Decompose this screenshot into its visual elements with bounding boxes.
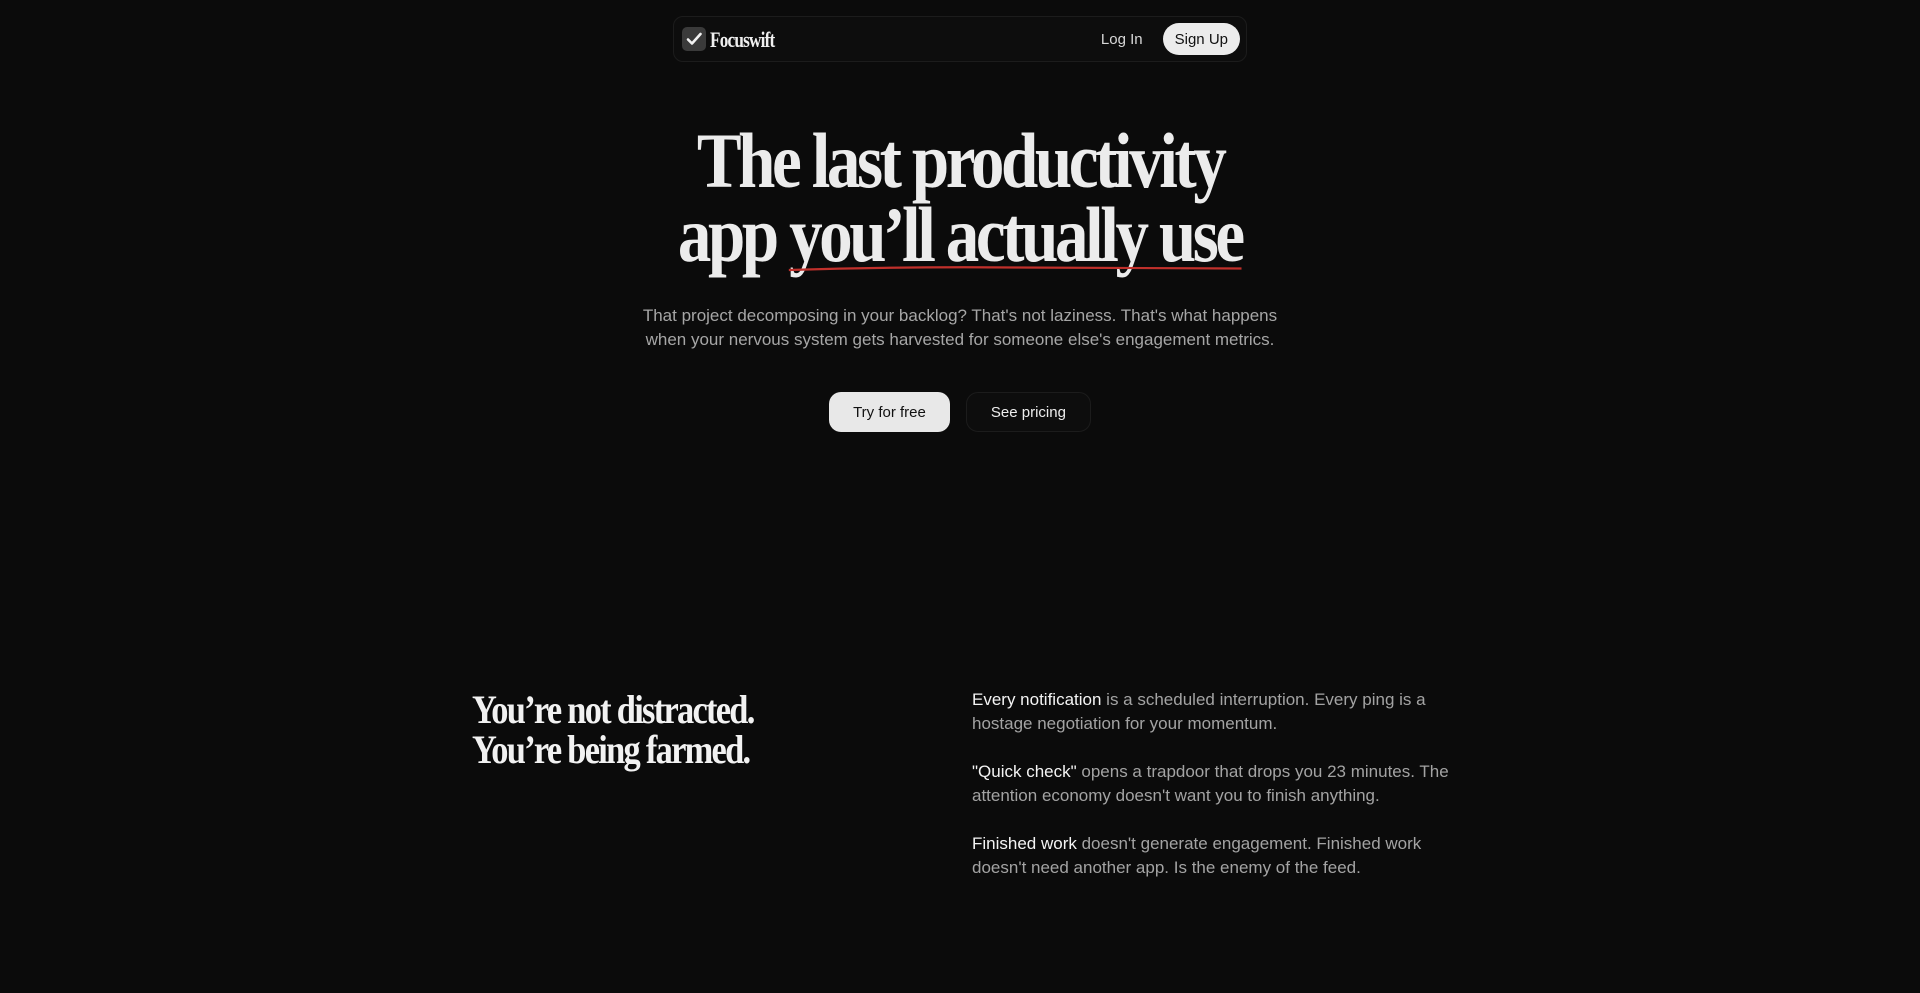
hero-title: The last productivity app you’ll actuall…: [0, 117, 1920, 278]
hero-subtitle: That project decomposing in your backlog…: [642, 306, 1278, 349]
brand-name: Focuswift: [710, 26, 775, 52]
signup-button[interactable]: Sign Up: [1162, 23, 1240, 55]
hero-title-line-2: app you’ll actually use: [0, 191, 1920, 278]
point-finished-work: Finished work doesn't generate engagemen…: [972, 834, 1422, 877]
try-for-free-button[interactable]: Try for free: [829, 392, 950, 432]
section-heading-line-2: You’re being farmed.: [472, 727, 751, 772]
nav-actions: Log In Sign Up: [1101, 23, 1240, 55]
hero-title-underlined-phrase: you’ll actually use: [789, 191, 1245, 278]
top-nav: Focuswift Log In Sign Up: [673, 16, 1247, 62]
point-quick-check: "Quick check" opens a trapdoor that drop…: [972, 762, 1449, 805]
hero-cta-row: Try for free See pricing: [0, 392, 1920, 432]
argument-points: Every notification is a scheduled interr…: [972, 688, 1452, 904]
check-square-icon: [682, 27, 706, 51]
hand-drawn-underline: [789, 264, 1242, 274]
hero-title-app-word: app: [678, 191, 779, 278]
login-link[interactable]: Log In: [1101, 31, 1143, 48]
point-notifications: Every notification is a scheduled interr…: [972, 690, 1426, 733]
hero-title-line-1: The last productivity: [696, 117, 1227, 204]
brand-logo-link[interactable]: Focuswift: [682, 26, 793, 53]
section-heading-line-1: You’re not distracted.: [472, 687, 755, 732]
section-heading: You’re not distracted. You’re being farm…: [472, 690, 799, 770]
see-pricing-button[interactable]: See pricing: [965, 392, 1091, 432]
